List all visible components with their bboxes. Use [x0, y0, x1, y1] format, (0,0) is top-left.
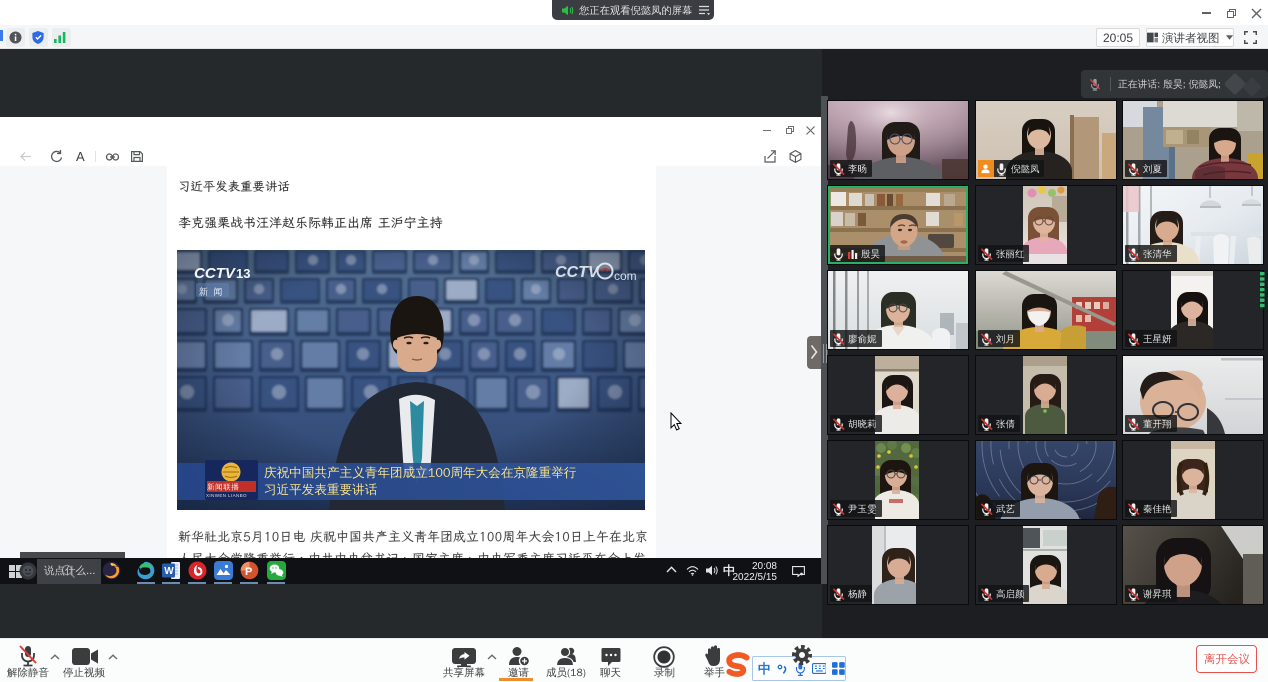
svg-text:CCTV: CCTV	[194, 265, 237, 282]
svg-text:W: W	[164, 566, 174, 577]
svg-text:13: 13	[236, 266, 250, 281]
svg-text:P: P	[245, 566, 252, 578]
svg-text:CCTV: CCTV	[555, 264, 600, 281]
svg-text:com: com	[614, 269, 637, 283]
